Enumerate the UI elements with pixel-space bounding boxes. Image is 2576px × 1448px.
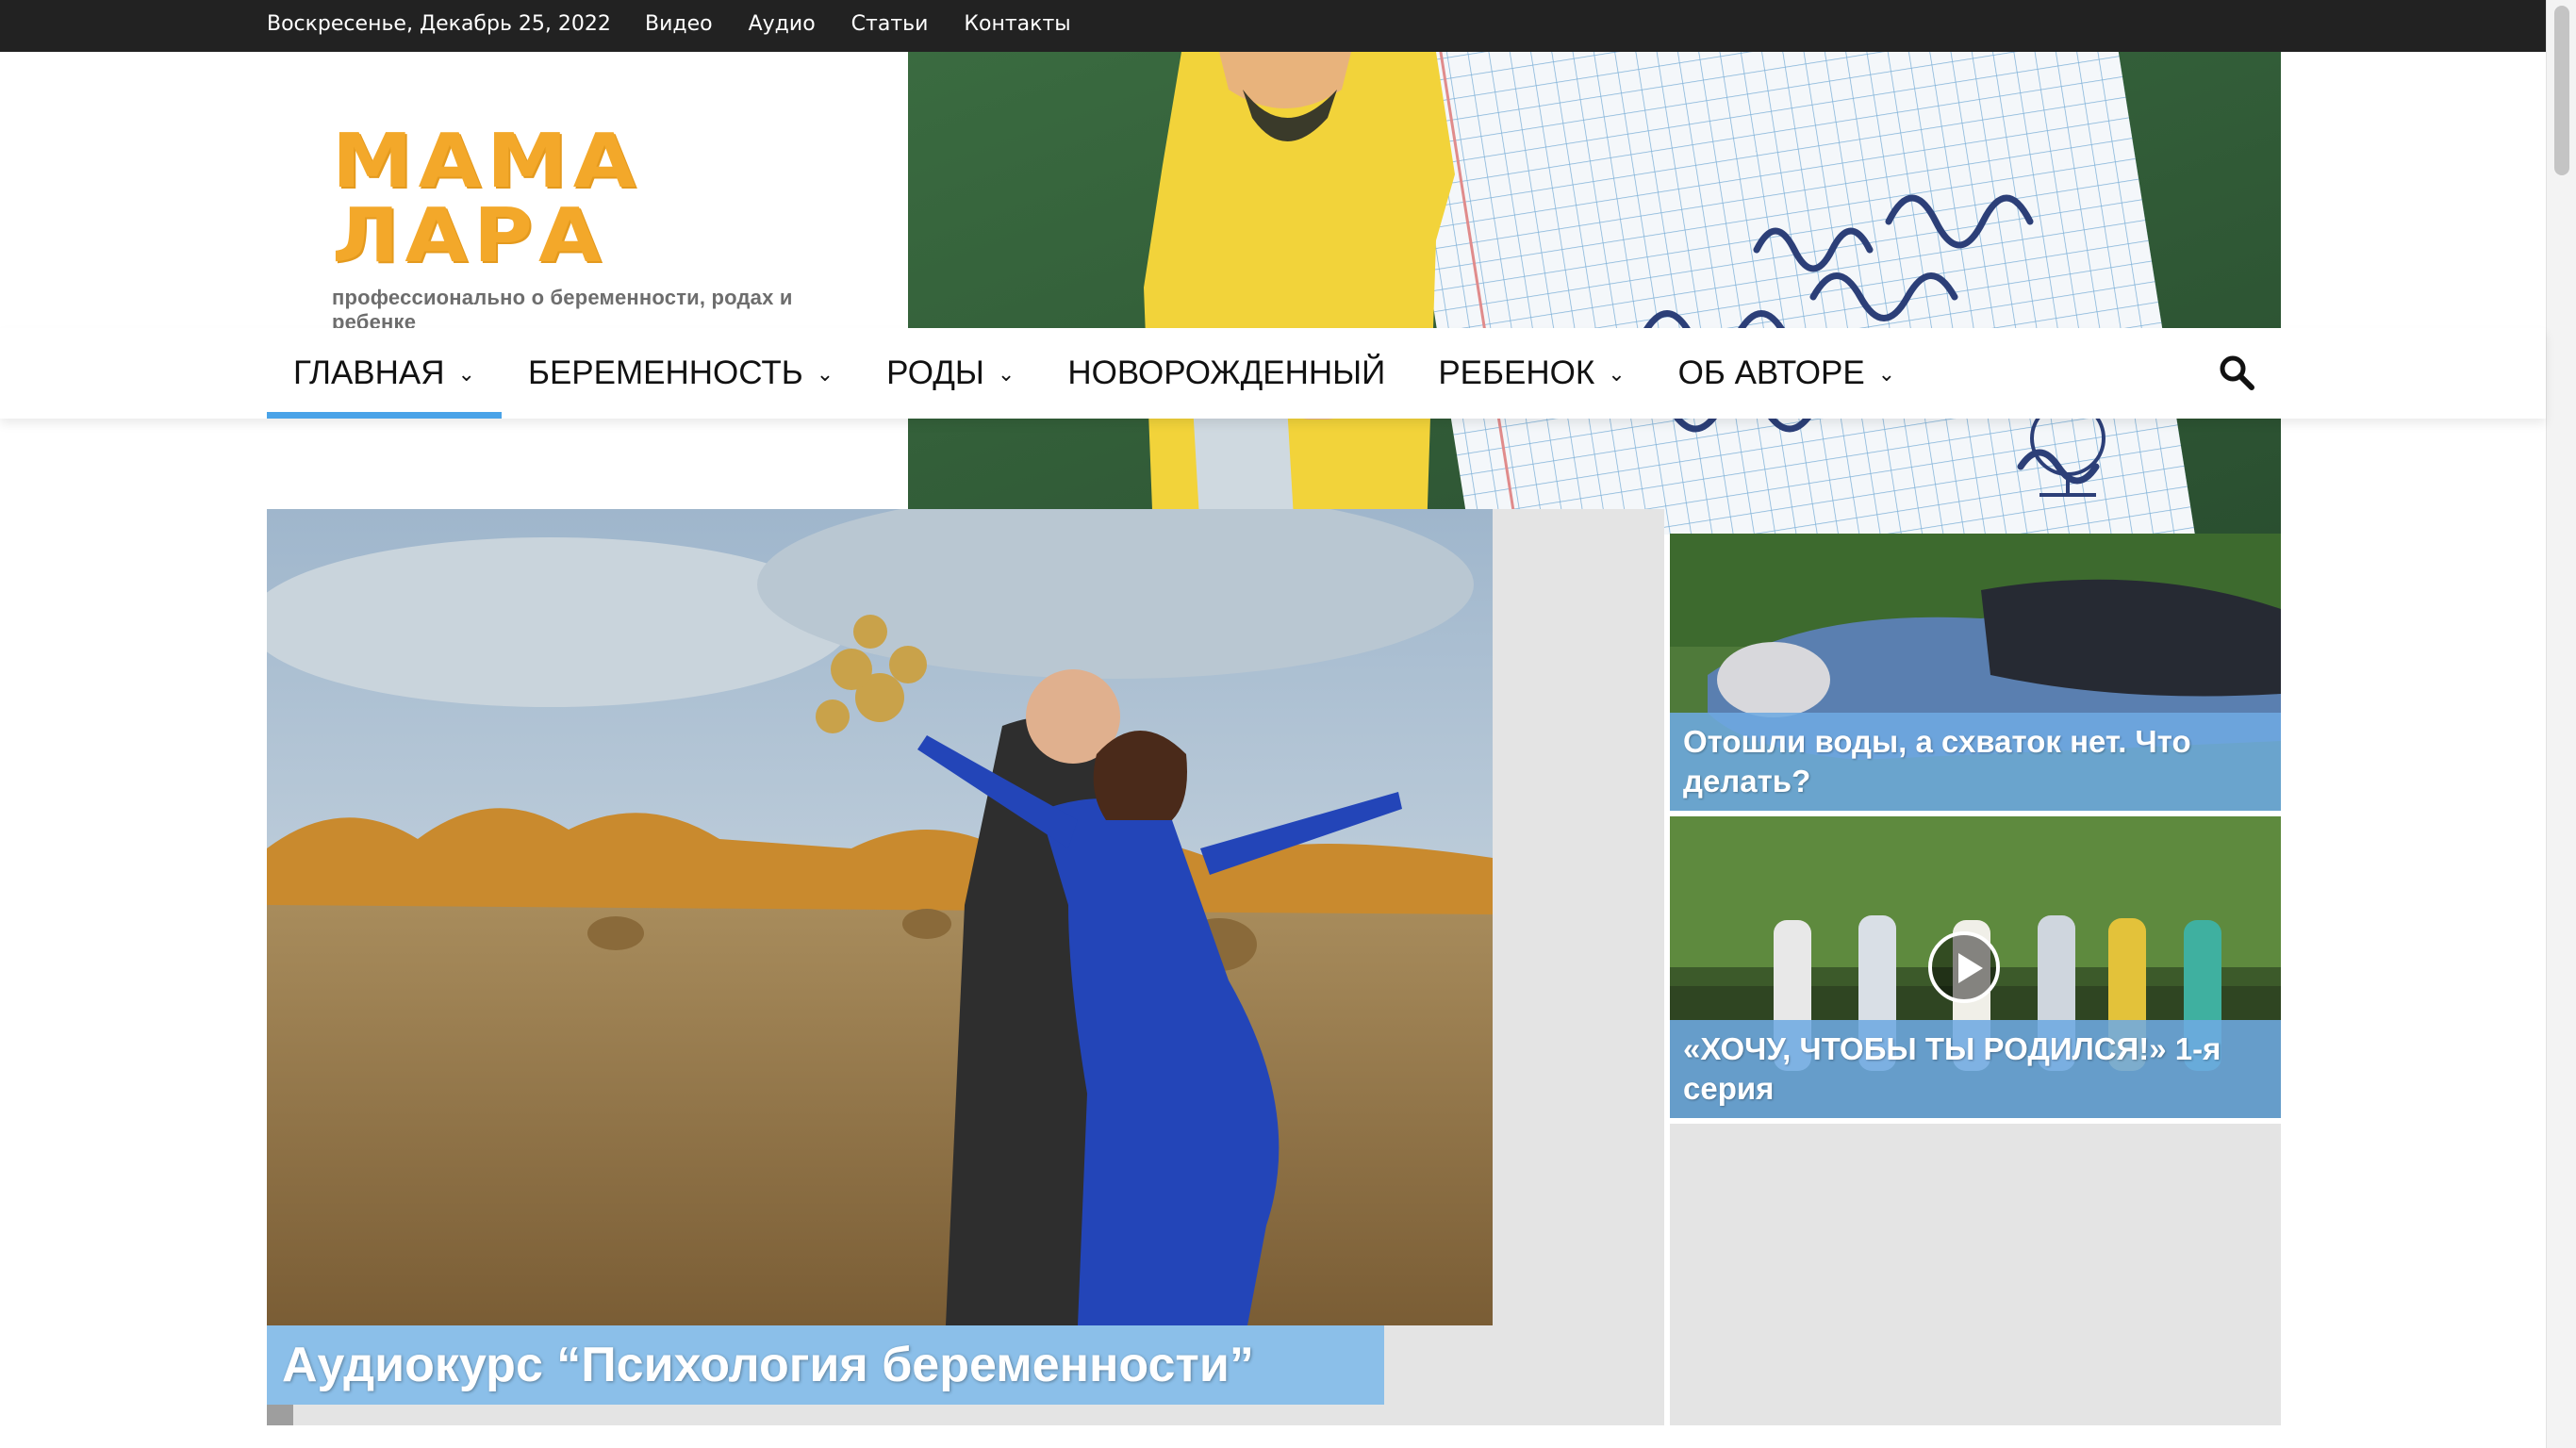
featured-side-video-title[interactable]: «ХОЧУ, ЧТОБЫ ТЫ РОДИЛСЯ!» 1-я серия (1670, 1020, 2281, 1118)
top-link-contacts[interactable]: Контакты (964, 12, 1070, 36)
nav-item-child[interactable]: РЕБЕНОК ⌄ (1412, 328, 1651, 419)
current-date: Воскресенье, Декабрь 25, 2022 (267, 12, 611, 36)
nav-item-label: РОДЫ (886, 354, 984, 391)
banner-image (908, 52, 2281, 535)
top-link-articles[interactable]: Статьи (851, 12, 929, 36)
site-logo[interactable]: МАМА ЛАРА профессионально о беременности… (332, 118, 841, 334)
featured-side-card[interactable]: Отошли воды, а схваток нет. Что делать? (1670, 534, 2281, 811)
featured-main-title[interactable]: Аудиокурс “Психология беременности” (267, 1325, 1384, 1405)
nav-item-birth[interactable]: РОДЫ ⌄ (860, 328, 1041, 419)
top-link-video[interactable]: Видео (645, 12, 713, 36)
featured-side-title[interactable]: Отошли воды, а схваток нет. Что делать? (1670, 713, 2281, 811)
nav-item-label: ГЛАВНАЯ (293, 354, 445, 391)
nav-item-label: БЕРЕМЕННОСТЬ (527, 354, 803, 391)
chevron-down-icon: ⌄ (997, 362, 1016, 386)
nav-item-pregnancy[interactable]: БЕРЕМЕННОСТЬ ⌄ (502, 328, 860, 419)
chevron-down-icon: ⌄ (1608, 362, 1626, 386)
nav-item-home[interactable]: ГЛАВНАЯ ⌄ (267, 328, 502, 419)
nav-item-label: ОБ АВТОРЕ (1677, 354, 1865, 391)
top-bar: Воскресенье, Декабрь 25, 2022 Видео Ауди… (0, 0, 2576, 52)
featured-side-video-card[interactable]: «ХОЧУ, ЧТОБЫ ТЫ РОДИЛСЯ!» 1-я серия (1670, 816, 2281, 1118)
page-scrollbar[interactable] (2546, 0, 2576, 1448)
featured-main[interactable]: Аудиокурс “Психология беременности” (267, 509, 1664, 1425)
featured-area: Аудиокурс “Психология беременности” Отош… (267, 509, 2281, 1425)
search-icon (2220, 355, 2254, 390)
featured-main-image[interactable] (267, 509, 1493, 1325)
top-link-audio[interactable]: Аудио (749, 12, 816, 36)
nav-item-label: РЕБЕНОК (1438, 354, 1595, 391)
slider-indicator (267, 1405, 293, 1425)
chevron-down-icon: ⌄ (816, 362, 834, 386)
chevron-down-icon: ⌄ (1877, 362, 1896, 386)
main-nav: ГЛАВНАЯ ⌄ БЕРЕМЕННОСТЬ ⌄ РОДЫ ⌄ НОВОРОЖД… (0, 328, 2546, 419)
nav-item-newborn[interactable]: НОВОРОЖДЕННЫЙ (1041, 328, 1412, 419)
logo-title: МАМА ЛАРА (332, 118, 642, 280)
play-icon[interactable] (1928, 931, 2000, 1003)
chevron-down-icon: ⌄ (457, 362, 475, 386)
nav-item-about[interactable]: ОБ АВТОРЕ ⌄ (1652, 328, 1922, 419)
top-links: Видео Аудио Статьи Контакты (645, 12, 1107, 36)
nav-item-label: НОВОРОЖДЕННЫЙ (1067, 354, 1386, 391)
header-banner[interactable] (908, 52, 2281, 535)
scrollbar-thumb[interactable] (2554, 6, 2569, 175)
search-button[interactable] (2218, 354, 2255, 391)
featured-side-placeholder (1670, 1124, 2281, 1425)
